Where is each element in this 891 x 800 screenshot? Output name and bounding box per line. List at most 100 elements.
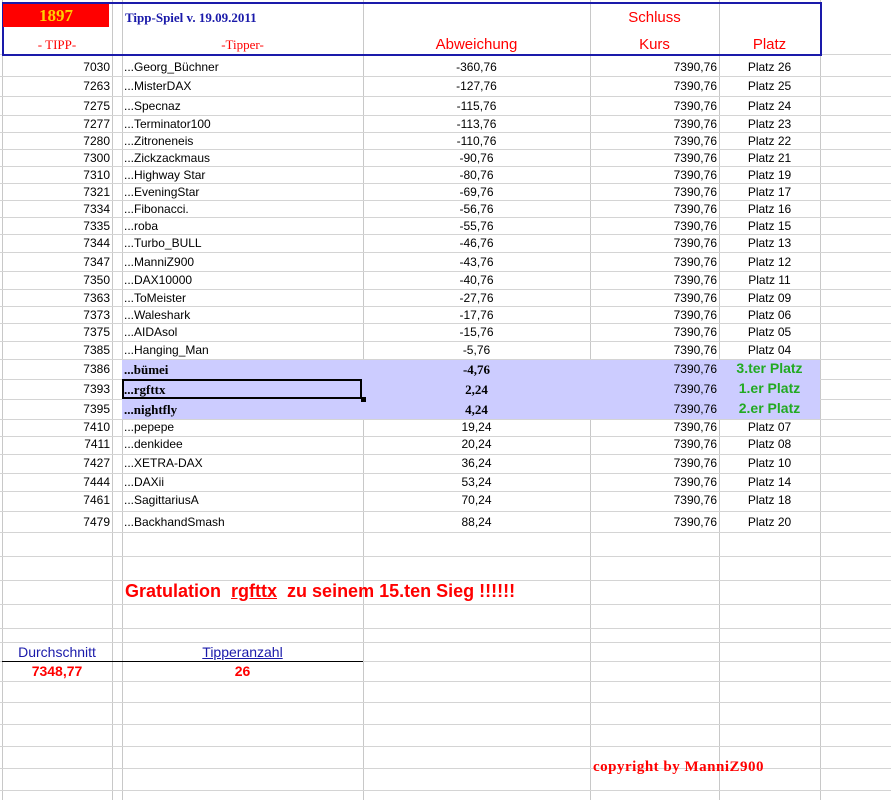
abweichung-value: -127,76 bbox=[456, 79, 497, 93]
abweichung-value: 36,24 bbox=[461, 456, 492, 470]
kurs-value: 7390,76 bbox=[673, 456, 717, 470]
abweichung-value: -17,76 bbox=[459, 308, 494, 322]
tipper-name: ...BackhandSmash bbox=[124, 515, 225, 529]
abweichung-value: 70,24 bbox=[461, 493, 492, 507]
active-cell-selection[interactable] bbox=[122, 379, 362, 399]
abweichung-value: 4,24 bbox=[465, 402, 488, 417]
congrats-text: Gratulation rgfttx zu seinem 15.ten Sieg… bbox=[125, 581, 515, 602]
kurs-value: 7390,76 bbox=[673, 325, 717, 339]
tipp-value: 7263 bbox=[83, 79, 110, 93]
schluss-label: Schluss bbox=[628, 9, 681, 26]
tipp-value: 7344 bbox=[83, 236, 110, 250]
stats-underline bbox=[2, 661, 363, 662]
tipper-name: ...ManniZ900 bbox=[124, 255, 195, 269]
kurs-value: 7390,76 bbox=[673, 475, 717, 489]
tipper-name: ...Hanging_Man bbox=[124, 343, 209, 357]
tipper-name: ...roba bbox=[124, 219, 159, 233]
platz-value: 2.er Platz bbox=[738, 400, 801, 416]
tipp-value: 7030 bbox=[83, 60, 110, 74]
platz-value: Platz 07 bbox=[747, 420, 792, 434]
kurs-value: 7390,76 bbox=[673, 219, 717, 233]
col-header-tipper: -Tipper- bbox=[221, 37, 264, 52]
platz-value: Platz 11 bbox=[748, 273, 791, 287]
tipper-name: ...ToMeister bbox=[124, 291, 187, 305]
tipp-value: 7427 bbox=[83, 456, 110, 470]
tipper-count-value: 26 bbox=[234, 663, 251, 679]
platz-value: Platz 10 bbox=[747, 456, 792, 470]
tipper-name: ...Zickzackmaus bbox=[124, 151, 211, 165]
platz-value: Platz 25 bbox=[747, 79, 792, 93]
abweichung-value: 2,24 bbox=[465, 382, 488, 397]
platz-value: Platz 21 bbox=[747, 151, 792, 165]
fill-handle[interactable] bbox=[361, 397, 366, 402]
tipper-name: ...Specnaz bbox=[124, 99, 181, 113]
abweichung-value: 88,24 bbox=[461, 515, 492, 529]
tipp-value: 7335 bbox=[83, 219, 110, 233]
abweichung-value: -115,76 bbox=[456, 99, 497, 113]
platz-value: Platz 16 bbox=[747, 202, 792, 216]
kurs-value: 7390,76 bbox=[673, 134, 717, 148]
platz-value: Platz 05 bbox=[747, 325, 792, 339]
tipper-name: ...MisterDAX bbox=[124, 79, 192, 93]
platz-value: 1.er Platz bbox=[738, 380, 801, 396]
kurs-value: 7390,76 bbox=[673, 273, 717, 287]
col-header-kurs: Kurs bbox=[639, 36, 670, 53]
platz-value: Platz 12 bbox=[747, 255, 792, 269]
kurs-value: 7390,76 bbox=[673, 255, 717, 269]
tipper-name: ...DAX10000 bbox=[124, 273, 193, 287]
tipper-name: ...Georg_Büchner bbox=[124, 60, 219, 74]
tipp-value: 7393 bbox=[83, 382, 110, 396]
tipper-name: ...DAXii bbox=[124, 475, 165, 489]
tipper-name: ...denkidee bbox=[124, 437, 183, 451]
kurs-value: 7390,76 bbox=[673, 79, 717, 93]
abweichung-value: -43,76 bbox=[459, 255, 494, 269]
tipp-value: 7321 bbox=[83, 185, 110, 199]
col-header-platz: Platz bbox=[752, 36, 787, 53]
average-label: Durchschnitt bbox=[18, 644, 96, 660]
tipp-value: 7300 bbox=[83, 151, 110, 165]
tipper-name: ...AIDAsol bbox=[124, 325, 178, 339]
game-title: Tipp-Spiel v. 19.09.2011 bbox=[125, 10, 257, 25]
abweichung-value: -56,76 bbox=[459, 202, 494, 216]
game-number: 1897 bbox=[3, 4, 109, 27]
tipper-count-label: Tipperanzahl bbox=[202, 644, 283, 660]
platz-value: Platz 18 bbox=[747, 493, 792, 507]
platz-value: Platz 24 bbox=[747, 99, 792, 113]
abweichung-value: -5,76 bbox=[462, 343, 491, 357]
tipp-value: 7395 bbox=[83, 402, 110, 416]
tipp-value: 7479 bbox=[83, 515, 110, 529]
platz-value: Platz 19 bbox=[747, 168, 792, 182]
kurs-value: 7390,76 bbox=[673, 515, 717, 529]
tipp-value: 7350 bbox=[83, 273, 110, 287]
tipp-value: 7411 bbox=[84, 437, 110, 451]
tipp-value: 7334 bbox=[83, 202, 110, 216]
abweichung-value: -55,76 bbox=[459, 219, 494, 233]
platz-value: Platz 20 bbox=[747, 515, 792, 529]
tipper-name: ...Highway Star bbox=[124, 168, 206, 182]
kurs-value: 7390,76 bbox=[673, 60, 717, 74]
platz-value: Platz 23 bbox=[747, 117, 792, 131]
abweichung-value: -27,76 bbox=[459, 291, 494, 305]
congrats-suffix: zu seinem 15.ten Sieg !!!!!! bbox=[287, 581, 516, 601]
platz-value: 3.ter Platz bbox=[736, 360, 803, 376]
tipp-value: 7461 bbox=[83, 493, 110, 507]
tipp-value: 7444 bbox=[83, 475, 110, 489]
platz-value: Platz 22 bbox=[747, 134, 792, 148]
abweichung-value: 19,24 bbox=[461, 420, 492, 434]
abweichung-value: 53,24 bbox=[461, 475, 492, 489]
tipper-name: ...Fibonacci. bbox=[124, 202, 189, 216]
tipp-value: 7275 bbox=[83, 99, 110, 113]
copyright-text: copyright by ManniZ900 bbox=[593, 759, 765, 775]
tipper-name: ...Waleshark bbox=[124, 308, 191, 322]
congrats-prefix: Gratulation bbox=[125, 581, 222, 601]
kurs-value: 7390,76 bbox=[673, 420, 717, 434]
kurs-value: 7390,76 bbox=[673, 493, 717, 507]
kurs-value: 7390,76 bbox=[673, 308, 717, 322]
kurs-value: 7390,76 bbox=[673, 382, 717, 396]
kurs-value: 7390,76 bbox=[673, 202, 717, 216]
tipp-value: 7280 bbox=[83, 134, 110, 148]
col-header-abweichung: Abweichung bbox=[435, 36, 518, 53]
kurs-value: 7390,76 bbox=[673, 362, 717, 376]
abweichung-value: -113,76 bbox=[456, 117, 497, 131]
kurs-value: 7390,76 bbox=[673, 185, 717, 199]
